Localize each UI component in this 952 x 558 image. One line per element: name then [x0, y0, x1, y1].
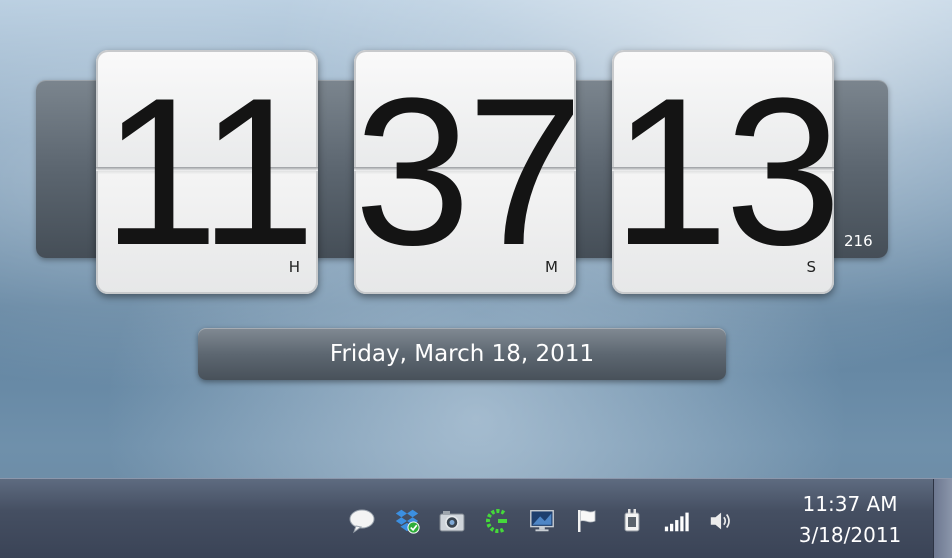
camera-icon[interactable] [438, 507, 466, 535]
show-desktop-button[interactable] [933, 479, 952, 558]
green-c-icon[interactable] [483, 507, 511, 535]
hours-unit-label: H [288, 258, 300, 276]
power-plug-icon[interactable] [618, 507, 646, 535]
seconds-card[interactable]: 13 S [612, 50, 834, 294]
minutes-unit-label: M [545, 258, 558, 276]
minutes-card[interactable]: 37 M [354, 50, 576, 294]
flag-icon[interactable] [573, 507, 601, 535]
dropbox-icon[interactable] [393, 507, 421, 535]
seconds-digits: 13 [612, 54, 834, 289]
desktop: 11 H 37 M 13 S 216 Friday, March 18, 201… [0, 0, 952, 558]
system-tray [348, 503, 753, 539]
hours-card[interactable]: 11 H [96, 50, 318, 294]
speaker-icon[interactable] [708, 507, 736, 535]
chat-bubble-icon[interactable] [348, 507, 376, 535]
taskbar-clock-time: 11:37 AM [802, 492, 898, 516]
taskbar-clock-date: 3/18/2011 [798, 523, 902, 547]
taskbar: 11:37 AM 3/18/2011 [0, 478, 952, 558]
date-display: Friday, March 18, 2011 [198, 328, 726, 380]
minutes-digits: 37 [354, 54, 576, 289]
display-network-icon[interactable] [528, 507, 556, 535]
seconds-unit-label: S [806, 258, 816, 276]
taskbar-clock[interactable]: 11:37 AM 3/18/2011 [790, 489, 910, 551]
milliseconds-readout: 216 [844, 232, 873, 250]
signal-bars-icon[interactable] [663, 507, 691, 535]
hours-digits: 11 [102, 54, 316, 289]
